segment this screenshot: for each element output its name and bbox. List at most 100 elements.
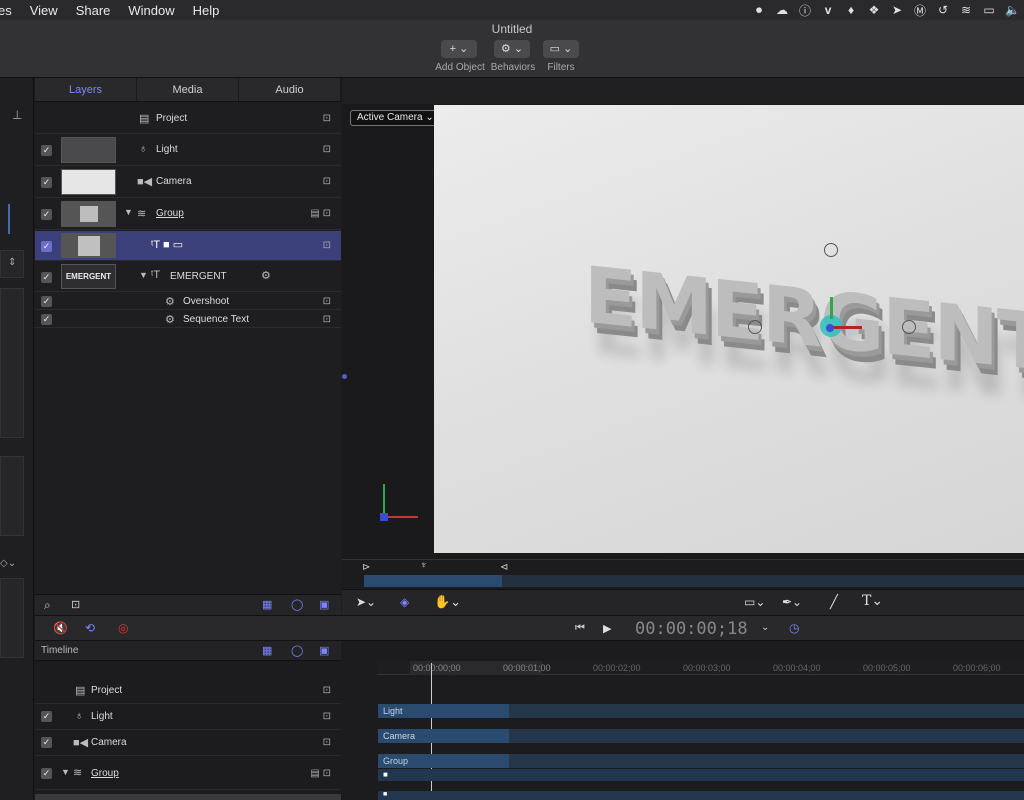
behavior-gear-icon[interactable]: ⚙ (261, 269, 271, 282)
lock-icon[interactable]: ▤ ⊡ (310, 768, 331, 779)
viewport-canvas[interactable]: EMERGENT (434, 105, 1024, 553)
stack-icon[interactable]: ▣ (319, 644, 329, 657)
rectangle-mask-icon[interactable]: ▭⌄ (744, 595, 765, 609)
search-icon[interactable]: ⌕ (44, 598, 51, 613)
airplay-icon[interactable]: ▭ (982, 3, 996, 17)
layer-checkbox[interactable]: ✓ (41, 296, 52, 307)
flame-icon[interactable]: ♦ (844, 3, 858, 17)
lock-icon[interactable]: ⊡ (323, 144, 331, 155)
menu-item-help[interactable]: Help (184, 3, 229, 18)
gizmo-z-dot-icon[interactable] (826, 324, 834, 332)
checker-icon[interactable]: ▦ (262, 644, 272, 657)
add-object-button[interactable]: + ⌄ (441, 40, 477, 58)
lock-icon[interactable]: ⊡ (323, 240, 331, 251)
track-camera[interactable]: Camera (378, 729, 509, 743)
timeline-row-camera[interactable]: ✓ ■◀ Camera ⊡ (35, 730, 341, 756)
track-light[interactable]: Light (378, 704, 509, 718)
layer-row-overshoot[interactable]: ✓ ⚙ Overshoot ⊡ (35, 293, 341, 310)
lock-icon[interactable]: ⊡ (323, 296, 331, 307)
layer-row-light[interactable]: ✓ ♁ Light ⊡ (35, 135, 341, 166)
handle-icon[interactable] (902, 320, 916, 334)
disclosure-triangle-icon[interactable]: ▼ (139, 270, 148, 280)
playhead-icon[interactable]: ♆ (420, 560, 428, 571)
go-to-start-icon[interactable]: ⏮ (575, 622, 585, 635)
diamond-chevron-icon[interactable]: ◇⌄ (0, 558, 16, 569)
timeline-checkbox[interactable]: ✓ (41, 711, 52, 722)
behaviors-button[interactable]: ⚙ ⌄ (494, 40, 530, 58)
record-icon[interactable]: ◎ (118, 621, 128, 635)
layer-row-camera[interactable]: ✓ ■◀ Camera ⊡ (35, 167, 341, 198)
text-tool-icon[interactable]: T⌄ (862, 593, 883, 609)
timecode-menu-chevron-icon[interactable]: ⌄ (761, 622, 769, 633)
layer-row-emergent[interactable]: ✓ EMERGENT ▼ ᵗT EMERGENT ⚙ (35, 262, 341, 292)
pin-icon[interactable]: ⊥ (12, 108, 22, 122)
timeline-checkbox[interactable]: ✓ (41, 737, 52, 748)
menu-item-view[interactable]: View (21, 3, 67, 18)
in-point-icon[interactable]: ⊳ (362, 562, 370, 573)
stack-icon[interactable]: ▣ (319, 598, 329, 611)
pan-hand-icon[interactable]: ✋⌄ (434, 594, 461, 610)
shape-tool-icon[interactable]: ◈ (400, 595, 409, 609)
menu-item-app[interactable]: es (0, 3, 21, 18)
wifi-icon[interactable]: ≋ (959, 3, 973, 17)
bezier-pen-icon[interactable]: ✒⌄ (782, 595, 802, 609)
loop-icon[interactable]: ⟲ (85, 621, 95, 635)
layer-row-group[interactable]: ✓ ▼ ≋ Group ▤ ⊡ (35, 199, 341, 230)
disclosure-triangle-icon[interactable]: ▼ (61, 767, 70, 777)
track-group-sub[interactable]: ■ (378, 769, 1024, 781)
lock-icon[interactable]: ⊡ (323, 737, 331, 748)
timecode-display[interactable]: 00:00:00;18 (635, 619, 748, 639)
layer-checkbox[interactable]: ✓ (41, 177, 52, 188)
layer-checkbox[interactable]: ✓ (41, 314, 52, 325)
scene-3d-text[interactable]: EMERGENT (584, 251, 1024, 390)
layer-row-sequence-text[interactable]: ✓ ⚙ Sequence Text ⊡ (35, 311, 341, 328)
menu-item-window[interactable]: Window (119, 3, 183, 18)
timeline-row-group[interactable]: ✓ ▼ ≋ Group ▤ ⊡ (35, 756, 341, 790)
gizmo-y-arrow-icon[interactable] (830, 297, 833, 319)
layer-checkbox[interactable]: ✓ (41, 272, 52, 283)
layer-row-text-selected[interactable]: ✓ ᵗT ■ ▭ ⊡ (35, 231, 341, 261)
gizmo-x-arrow-icon[interactable] (832, 326, 862, 329)
circle-icon[interactable]: ◯ (291, 598, 303, 611)
lock-icon[interactable]: ⊡ (323, 314, 331, 325)
layer-checkbox[interactable]: ✓ (41, 145, 52, 156)
active-camera-menu[interactable]: Active Camera ⌄ (350, 110, 441, 126)
thumbnail-toggle-icon[interactable]: ⊡ (71, 598, 80, 611)
timeline-row-light[interactable]: ✓ ♁ Light ⊡ (35, 704, 341, 730)
track-group[interactable]: Group (378, 754, 509, 768)
tab-audio[interactable]: Audio (239, 78, 341, 101)
mini-timeline[interactable]: ⊳ ♆ ⊲ (342, 559, 1024, 589)
lock-icon[interactable]: ⊡ (323, 711, 331, 722)
layer-checkbox[interactable]: ✓ (41, 209, 52, 220)
filters-button[interactable]: ▭ ⌄ (543, 40, 579, 58)
cloud-icon[interactable]: ☁ (775, 3, 789, 17)
audio-mute-icon[interactable]: 🔇 (53, 621, 68, 635)
lock-icon[interactable]: ⊡ (323, 113, 331, 124)
info-icon[interactable]: ⓘ (798, 2, 812, 19)
track-text-sub[interactable]: ■ (378, 791, 1024, 800)
mini-clip-bar[interactable] (364, 575, 502, 587)
camera-record-icon[interactable]: ⏺ (752, 3, 766, 18)
dropbox-icon[interactable]: ❖ (867, 3, 881, 17)
circle-icon[interactable]: ◯ (291, 644, 303, 657)
lock-icon[interactable]: ⊡ (323, 176, 331, 187)
timeline-ruler[interactable]: 00:00:00;00 00:00:01;00 00:00:02;00 00:0… (377, 661, 1024, 675)
clock-icon[interactable]: ◷ (789, 621, 799, 635)
layer-checkbox[interactable]: ✓ (41, 241, 52, 252)
paint-stroke-icon[interactable]: ╱ (830, 594, 838, 610)
checker-icon[interactable]: ▦ (262, 598, 272, 611)
arrow-icon[interactable]: ➤ (890, 3, 904, 17)
handle-icon[interactable] (748, 320, 762, 334)
history-icon[interactable]: ↺ (936, 3, 950, 17)
timeline-row-project[interactable]: ▤ Project ⊡ (35, 678, 341, 704)
timeline-checkbox[interactable]: ✓ (41, 768, 52, 779)
select-arrow-icon[interactable]: ➤⌄ (356, 595, 376, 609)
stepper-box[interactable]: ⇕ (0, 250, 24, 278)
play-icon[interactable]: ▶ (603, 622, 611, 635)
menu-item-share[interactable]: Share (67, 3, 120, 18)
lock-icon[interactable]: ▤ ⊡ (310, 208, 331, 219)
tab-media[interactable]: Media (137, 78, 239, 101)
layer-row-project[interactable]: ▤ Project ⊡ (35, 104, 341, 134)
vimeo-icon[interactable]: v (821, 3, 835, 17)
volume-icon[interactable]: 🔈 (1005, 3, 1020, 17)
